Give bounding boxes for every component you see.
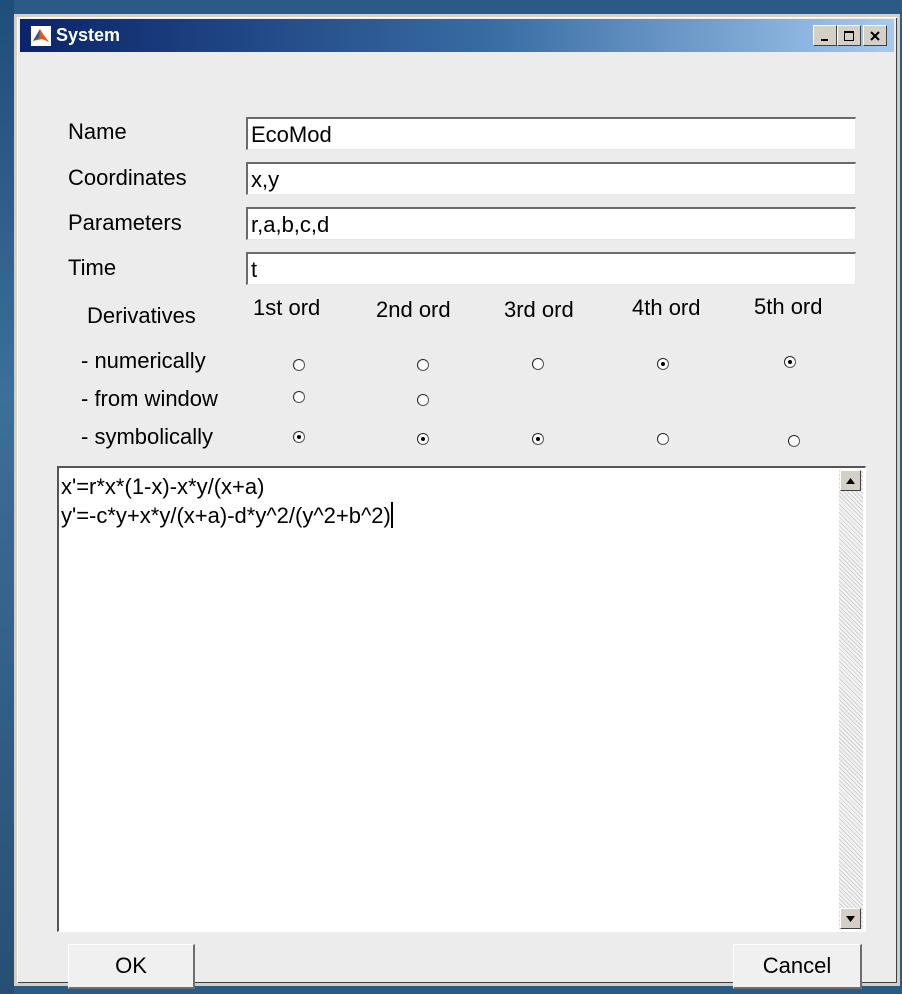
coordinates-label: Coordinates [68,165,187,190]
equation-line: y'=-c*y+x*y/(x+a)-d*y^2/(y^2+b^2) [61,501,393,530]
equation-line-text: y'=-c*y+x*y/(x+a)-d*y^2/(y^2+b^2) [61,503,391,528]
system-dialog: System Name Coordinates Parameters Time … [14,14,900,989]
column-1st-ord: 1st ord [253,295,321,320]
window-title: System [56,25,121,45]
radio-symbolically-1st[interactable] [293,431,305,443]
maximize-button[interactable] [837,25,861,46]
radio-symbolically-5th[interactable] [788,435,800,447]
scroll-down-button[interactable] [840,908,861,929]
parameters-label: Parameters [68,210,182,235]
radio-from-window-1st[interactable] [293,391,305,403]
cancel-button[interactable]: Cancel [733,944,862,989]
radio-from-window-2nd[interactable] [417,394,429,406]
equations-text[interactable]: x'=r*x*(1-x)-x*y/(x+a) y'=-c*y+x*y/(x+a)… [61,472,393,530]
vertical-scrollbar[interactable] [839,470,863,929]
name-label: Name [68,119,127,144]
column-3rd-ord: 3rd ord [504,297,574,322]
arrow-down-icon [846,915,855,922]
equation-line: x'=r*x*(1-x)-x*y/(x+a) [61,474,265,499]
coordinates-field[interactable] [246,162,856,195]
equations-editor[interactable]: x'=r*x*(1-x)-x*y/(x+a) y'=-c*y+x*y/(x+a)… [57,466,866,932]
matlab-icon [31,26,51,46]
text-caret [390,502,393,528]
derivatives-label: Derivatives [87,303,196,328]
column-5th-ord: 5th ord [754,294,823,319]
radio-symbolically-3rd[interactable] [532,433,544,445]
column-4th-ord: 4th ord [632,295,701,320]
time-label: Time [68,255,117,280]
scroll-up-button[interactable] [840,470,861,491]
column-2nd-ord: 2nd ord [376,297,451,322]
row-label-numerically: - numerically [81,348,206,373]
time-field[interactable] [246,252,856,285]
radio-numerically-5th[interactable] [784,356,796,368]
title-bar[interactable]: System [20,19,894,52]
minimize-icon [821,38,828,41]
arrow-up-icon [846,477,855,484]
radio-symbolically-4th[interactable] [657,433,669,445]
parameters-field[interactable] [246,207,856,240]
row-label-from-window: - from window [81,386,218,411]
desktop-background [0,0,14,994]
radio-numerically-4th[interactable] [657,358,669,370]
name-field[interactable] [246,117,856,150]
close-button[interactable] [863,25,887,46]
radio-numerically-2nd[interactable] [417,359,429,371]
maximize-icon [844,30,854,41]
radio-numerically-3rd[interactable] [532,358,544,370]
ok-button[interactable]: OK [68,944,195,989]
close-icon [870,30,880,41]
row-label-symbolically: - symbolically [81,424,214,449]
radio-symbolically-2nd[interactable] [417,433,429,445]
radio-numerically-1st[interactable] [293,359,305,371]
minimize-button[interactable] [813,25,837,46]
